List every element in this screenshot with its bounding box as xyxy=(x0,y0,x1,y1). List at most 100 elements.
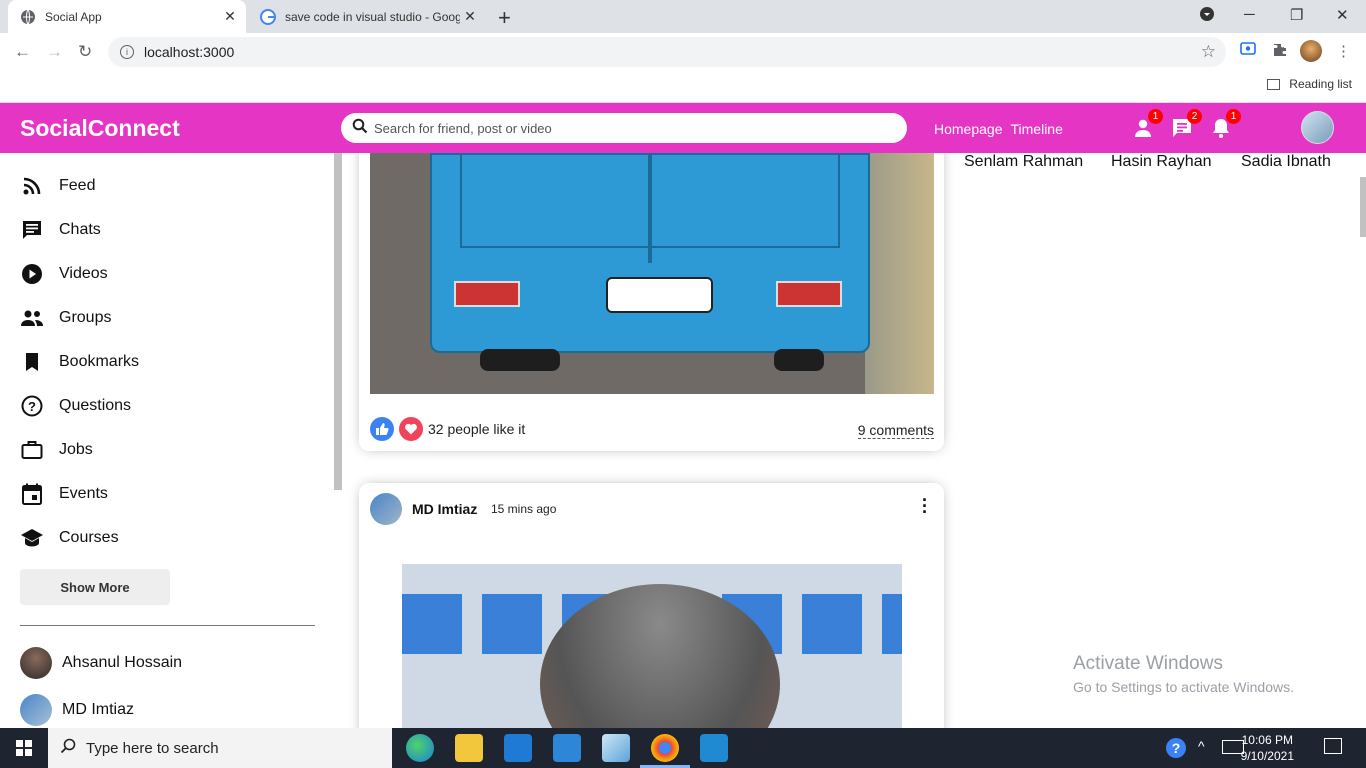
forward-icon[interactable]: → xyxy=(46,42,63,62)
post-card: MD Imtiaz 15 mins ago · · · xyxy=(359,483,944,728)
close-tab-icon[interactable]: ✕ xyxy=(220,8,240,25)
notifications-button[interactable]: 1 xyxy=(1209,109,1241,140)
calendar-icon xyxy=(20,482,44,506)
extensions-icon[interactable] xyxy=(1272,42,1288,62)
taskbar-search-placeholder: Type here to search xyxy=(86,739,219,757)
sidebar: Feed Chats Videos Groups Bookmarks ? Que… xyxy=(0,153,342,728)
sidebar-divider xyxy=(20,625,315,626)
tab-google-search[interactable]: save code in visual studio - Goog ✕ xyxy=(250,0,486,33)
sidebar-item-label: Bookmarks xyxy=(59,353,140,370)
url-text: localhost:3000 xyxy=(144,44,235,60)
browser-menu-icon[interactable]: ⋮ xyxy=(1336,42,1351,60)
tab-title: save code in visual studio - Goog xyxy=(285,9,460,24)
notification-center-icon[interactable] xyxy=(1324,738,1342,754)
friend-item[interactable]: MD Imtiaz xyxy=(20,694,134,726)
edge-icon[interactable] xyxy=(406,734,434,762)
sidebar-item-questions[interactable]: ? Questions xyxy=(20,394,131,418)
feed: 32 people like it 9 comments MD Imtiaz 1… xyxy=(342,153,957,728)
taskbar-search[interactable]: Type here to search xyxy=(48,728,392,768)
comments-link[interactable]: 9 comments xyxy=(857,422,934,439)
friend-requests-button[interactable]: 1 xyxy=(1131,109,1163,140)
sidebar-item-bookmarks[interactable]: Bookmarks xyxy=(20,350,139,374)
mail-icon[interactable] xyxy=(553,734,581,762)
store-icon[interactable] xyxy=(504,734,532,762)
post-card: 32 people like it 9 comments xyxy=(359,153,944,451)
messages-button[interactable]: 2 xyxy=(1170,109,1202,140)
back-icon[interactable]: ← xyxy=(14,42,31,62)
friend-item[interactable]: Ahsanul Hossain xyxy=(20,647,182,679)
likes-count: 32 people like it xyxy=(428,421,526,437)
timeline-link[interactable]: Timeline xyxy=(1011,121,1063,137)
sidebar-item-groups[interactable]: Groups xyxy=(20,306,111,330)
reload-icon[interactable]: ↻ xyxy=(78,42,92,62)
tail-light-right xyxy=(776,281,842,307)
search-input[interactable] xyxy=(374,120,874,136)
minimize-icon[interactable]: ─ xyxy=(1244,6,1255,23)
online-friend-name[interactable]: Senlam Rahman xyxy=(964,153,1083,171)
activate-title: Activate Windows xyxy=(1073,653,1223,674)
help-icon[interactable]: ? xyxy=(1166,738,1186,758)
wheel-left xyxy=(480,349,560,371)
avatar[interactable] xyxy=(370,493,402,525)
chat-badge: 2 xyxy=(1187,109,1202,124)
user-avatar[interactable] xyxy=(1301,111,1334,144)
clock-time: 10:06 PM xyxy=(1241,733,1293,747)
chevron-up-icon[interactable]: ^ xyxy=(1198,738,1205,754)
tab-social-app[interactable]: Social App ✕ xyxy=(8,0,246,33)
post-author[interactable]: MD Imtiaz xyxy=(412,501,477,517)
profile-avatar-icon[interactable] xyxy=(1300,40,1322,62)
roadside xyxy=(865,153,934,394)
sidebar-item-label: Events xyxy=(59,485,108,502)
profile-dropdown-icon[interactable] xyxy=(1199,6,1215,26)
person-badge: 1 xyxy=(1148,109,1163,124)
more-vert-icon[interactable]: · · · xyxy=(922,491,928,521)
activate-windows-watermark: Activate Windows Go to Settings to activ… xyxy=(1073,653,1294,695)
show-more-button[interactable]: Show More xyxy=(20,569,170,605)
like-icon[interactable] xyxy=(370,417,394,441)
online-friend-name[interactable]: Hasin Rayhan xyxy=(1111,153,1212,171)
file-explorer-icon[interactable] xyxy=(455,734,483,762)
friend-name: Ahsanul Hossain xyxy=(62,654,183,671)
post-date: 15 mins ago xyxy=(491,502,557,516)
browser-tab-bar: Social App ✕ save code in visual studio … xyxy=(0,0,1366,33)
sidebar-item-chats[interactable]: Chats xyxy=(20,218,101,242)
sidebar-item-events[interactable]: Events xyxy=(20,482,108,506)
likes-row: 32 people like it xyxy=(370,417,525,441)
restore-icon[interactable]: ❐ xyxy=(1290,6,1303,24)
app-topbar: SocialConnect Homepage Timeline 1 2 1 xyxy=(0,103,1366,153)
sidebar-item-label: Feed xyxy=(59,177,96,194)
app-logo[interactable]: SocialConnect xyxy=(20,115,180,142)
vscode-icon[interactable] xyxy=(700,734,728,762)
chat-icon xyxy=(20,218,44,242)
bookmark-star-icon[interactable]: ☆ xyxy=(1201,42,1216,62)
page-scrollbar[interactable] xyxy=(1360,177,1366,237)
info-icon[interactable]: i xyxy=(120,45,134,59)
sidebar-scrollbar[interactable] xyxy=(334,153,342,490)
cast-icon[interactable] xyxy=(1240,42,1256,60)
group-icon xyxy=(20,306,44,330)
online-friend-name[interactable]: Sadia Ibnath xyxy=(1241,153,1331,171)
homepage-link[interactable]: Homepage xyxy=(934,121,1003,137)
sidebar-item-videos[interactable]: Videos xyxy=(20,262,108,286)
chrome-icon[interactable] xyxy=(651,734,679,762)
reading-list-button[interactable]: Reading list xyxy=(1267,77,1352,91)
help-icon: ? xyxy=(20,394,44,418)
sidebar-item-label: Groups xyxy=(59,309,112,326)
close-window-icon[interactable]: ✕ xyxy=(1336,6,1349,24)
sidebar-item-courses[interactable]: Courses xyxy=(20,526,119,550)
notification-badge: 1 xyxy=(1226,109,1241,124)
search-bar[interactable] xyxy=(341,113,907,143)
rss-icon xyxy=(20,174,44,198)
sidebar-item-jobs[interactable]: Jobs xyxy=(20,438,93,462)
new-tab-icon[interactable]: + xyxy=(498,5,511,31)
heart-icon[interactable] xyxy=(399,417,423,441)
post-image xyxy=(370,153,934,394)
url-field[interactable]: i localhost:3000 ☆ xyxy=(108,37,1226,67)
windows-start-icon[interactable] xyxy=(16,740,32,756)
close-tab-icon[interactable]: ✕ xyxy=(460,8,480,25)
tab-title: Social App xyxy=(45,9,102,24)
notes-icon[interactable] xyxy=(602,734,630,762)
taskbar-clock[interactable]: 10:06 PM 9/10/2021 xyxy=(1241,732,1294,764)
bookmark-bar: Reading list xyxy=(0,70,1366,103)
sidebar-item-feed[interactable]: Feed xyxy=(20,174,95,198)
